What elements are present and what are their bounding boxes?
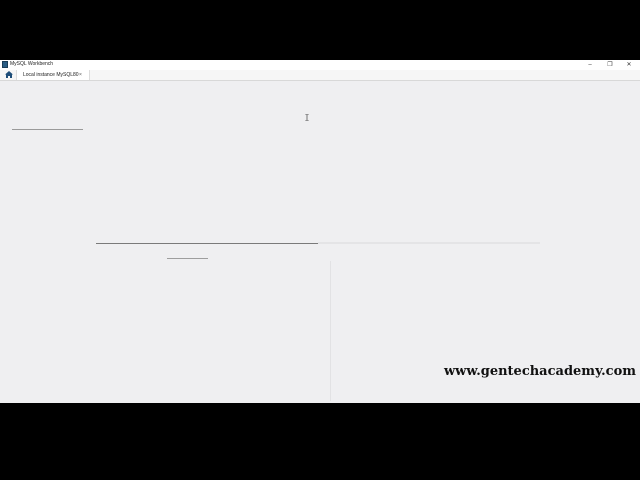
editor-splitter-right[interactable] — [318, 242, 540, 244]
home-icon — [5, 71, 13, 78]
editor-splitter[interactable] — [96, 243, 318, 244]
tab-bar: Local instance MySQL80 × — [0, 70, 640, 81]
tab-close-icon[interactable]: × — [79, 70, 82, 80]
minimize-button[interactable]: – — [581, 60, 599, 70]
sql-editor-workspace — [0, 81, 640, 424]
close-button[interactable]: ✕ — [620, 60, 638, 70]
panel-divider[interactable] — [330, 261, 331, 401]
text-cursor-icon — [305, 114, 309, 121]
restore-button[interactable]: ❐ — [601, 60, 619, 70]
output-tab-indicator — [167, 258, 208, 259]
home-tab[interactable] — [2, 70, 16, 80]
app-window: MySQL Workbench – ❐ ✕ Local instance MyS… — [0, 60, 640, 424]
navigator-divider — [12, 129, 83, 130]
tab-label: Local instance MySQL80 — [23, 72, 79, 78]
window-title: MySQL Workbench — [10, 61, 54, 67]
video-letterbox-top — [0, 0, 640, 60]
video-letterbox-bottom — [0, 403, 640, 480]
watermark-text: www.gentechacademy.com — [443, 364, 636, 379]
mysql-workbench-app-icon — [2, 61, 8, 68]
tab-local-instance[interactable]: Local instance MySQL80 × — [16, 70, 90, 80]
